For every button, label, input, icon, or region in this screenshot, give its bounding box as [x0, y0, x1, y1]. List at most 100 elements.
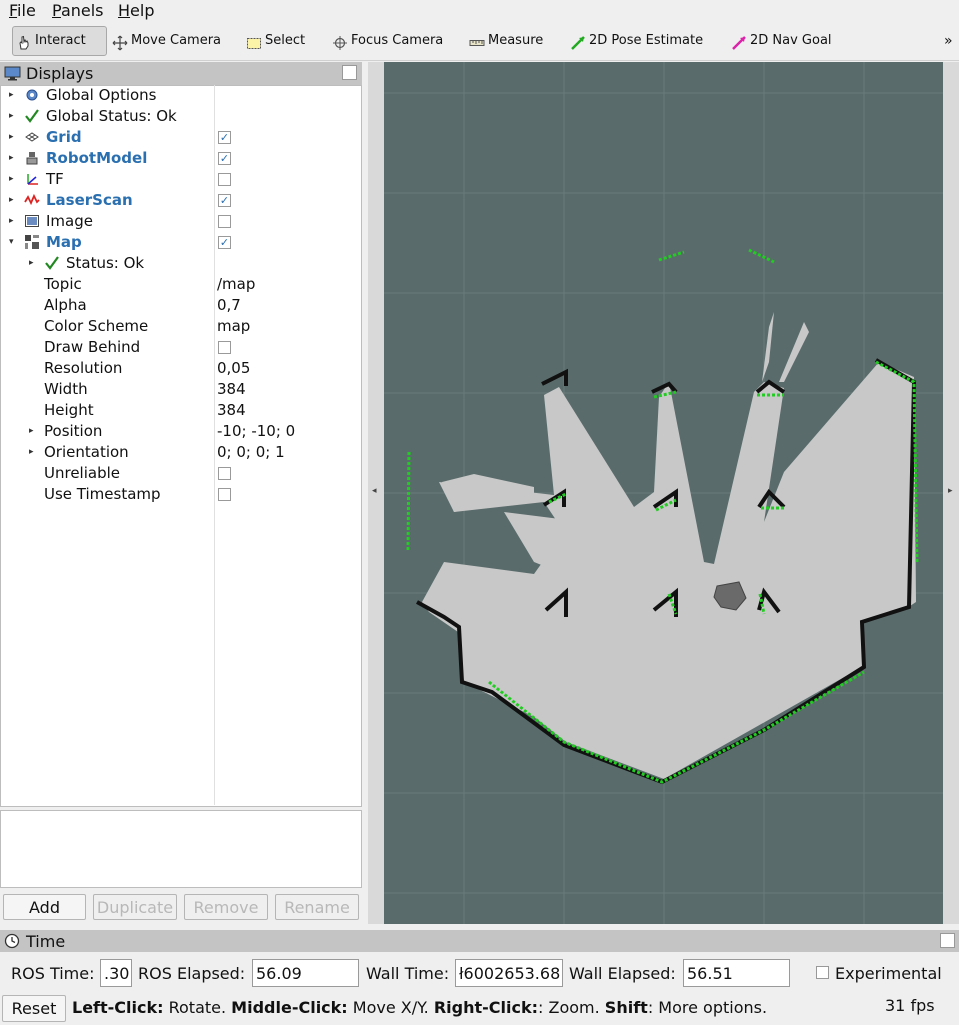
- display-row-value[interactable]: -10; -10; 0: [217, 421, 295, 442]
- time-panel-float-button[interactable]: [940, 933, 955, 948]
- experimental-checkbox[interactable]: [816, 966, 829, 979]
- display-description-box: [0, 810, 362, 888]
- check-icon: [44, 255, 60, 271]
- display-row-value[interactable]: 0; 0; 0; 1: [217, 442, 285, 463]
- ros-elapsed-field[interactable]: 56.09: [252, 959, 359, 987]
- display-row-value[interactable]: 384: [217, 379, 246, 400]
- display-row-global-status-ok[interactable]: ▸ Global Status: Ok: [1, 106, 361, 127]
- 3d-render-viewport[interactable]: [384, 62, 943, 924]
- display-row-width[interactable]: Width 384: [1, 379, 361, 400]
- collapsed-arrow-icon[interactable]: ▸: [9, 148, 14, 169]
- display-enable-checkbox[interactable]: [218, 488, 231, 501]
- reset-button[interactable]: Reset: [2, 995, 66, 1022]
- display-enable-checkbox[interactable]: [218, 215, 231, 228]
- display-row-laserscan[interactable]: ▸ LaserScan ✓: [1, 190, 361, 211]
- display-row-draw-behind[interactable]: Draw Behind: [1, 337, 361, 358]
- collapsed-arrow-icon[interactable]: ▸: [9, 190, 14, 211]
- display-enable-checkbox[interactable]: ✓: [218, 152, 231, 165]
- display-row-image[interactable]: ▸ Image: [1, 211, 361, 232]
- display-enable-checkbox[interactable]: ✓: [218, 236, 231, 249]
- display-row-value[interactable]: 0,05: [217, 358, 250, 379]
- display-row-label: Topic: [44, 275, 82, 293]
- menu-bar: File Panels Help: [0, 0, 959, 22]
- display-row-color-scheme[interactable]: Color Scheme map: [1, 316, 361, 337]
- display-row-label: Image: [46, 212, 93, 230]
- check-icon: [24, 108, 40, 124]
- display-row-resolution[interactable]: Resolution 0,05: [1, 358, 361, 379]
- ros-time-label: ROS Time:: [11, 964, 95, 983]
- display-row-value[interactable]: 0,7: [217, 295, 241, 316]
- menu-file[interactable]: File: [9, 0, 36, 22]
- display-row-orientation[interactable]: ▸ Orientation 0; 0; 0; 1: [1, 442, 361, 463]
- status-hint: Left-Click: Rotate. Middle-Click: Move X…: [72, 997, 767, 1019]
- toolbar-overflow-button[interactable]: »: [944, 26, 953, 56]
- display-row-value[interactable]: /map: [217, 274, 255, 295]
- display-row-value[interactable]: map: [217, 316, 250, 337]
- collapsed-arrow-icon[interactable]: ▸: [9, 169, 14, 190]
- interact-tool-button[interactable]: Interact: [12, 26, 107, 56]
- collapsed-arrow-icon[interactable]: ▸: [9, 106, 14, 127]
- display-row-use-timestamp[interactable]: Use Timestamp: [1, 484, 361, 505]
- display-enable-checkbox[interactable]: ✓: [218, 131, 231, 144]
- collapsed-arrow-icon[interactable]: ▸: [29, 421, 34, 442]
- display-enable-checkbox[interactable]: ✓: [218, 194, 231, 207]
- hint-shift: : More options.: [647, 998, 768, 1017]
- display-enable-checkbox[interactable]: [218, 467, 231, 480]
- display-row-global-options[interactable]: ▸ Global Options: [1, 85, 361, 106]
- display-row-alpha[interactable]: Alpha 0,7: [1, 295, 361, 316]
- clock-icon: [4, 933, 20, 953]
- display-row-height[interactable]: Height 384: [1, 400, 361, 421]
- menu-panels[interactable]: Panels: [52, 0, 104, 22]
- remove-display-button[interactable]: Remove: [184, 894, 268, 920]
- time-panel-title: Time: [26, 932, 66, 951]
- collapsed-arrow-icon[interactable]: ▸: [9, 127, 14, 148]
- select-tool-button[interactable]: Select: [246, 26, 305, 56]
- collapse-left-icon[interactable]: ◂: [372, 486, 377, 496]
- display-row-label: Grid: [46, 128, 82, 146]
- display-row-label: Orientation: [44, 443, 129, 461]
- display-row-position[interactable]: ▸ Position -10; -10; 0: [1, 421, 361, 442]
- focus-camera-tool-button[interactable]: Focus Camera: [332, 26, 443, 56]
- display-row-label: RobotModel: [46, 149, 148, 167]
- wall-time-field[interactable]: ł6002653.68: [455, 959, 563, 987]
- collapsed-arrow-icon[interactable]: ▸: [29, 253, 34, 274]
- move-arrows-icon: [112, 33, 128, 51]
- measure-tool-button[interactable]: Measure: [469, 26, 543, 56]
- collapse-right-icon[interactable]: ▸: [948, 486, 953, 496]
- menu-help[interactable]: Help: [118, 0, 154, 22]
- collapsed-arrow-icon[interactable]: ▸: [9, 211, 14, 232]
- laser-wave-icon: [24, 192, 40, 208]
- nav-goal-tool-button[interactable]: 2D Nav Goal: [731, 26, 832, 56]
- move-camera-tool-button[interactable]: Move Camera: [112, 26, 221, 56]
- duplicate-display-button[interactable]: Duplicate: [93, 894, 177, 920]
- wall-time-label: Wall Time:: [366, 964, 450, 983]
- collapsed-arrow-icon[interactable]: ▸: [9, 85, 14, 106]
- display-row-status-ok[interactable]: ▸ Status: Ok: [1, 253, 361, 274]
- wall-elapsed-field[interactable]: 56.51: [683, 959, 790, 987]
- wall-elapsed-label: Wall Elapsed:: [569, 964, 676, 983]
- pose-estimate-tool-button[interactable]: 2D Pose Estimate: [570, 26, 703, 56]
- display-row-grid[interactable]: ▸ Grid ✓: [1, 127, 361, 148]
- toolbar: Interact Move Camera Select Focus Camera…: [0, 22, 959, 61]
- ruler-icon: [469, 33, 485, 49]
- hand-pointer-icon: [16, 33, 32, 50]
- display-row-robotmodel[interactable]: ▸ RobotModel ✓: [1, 148, 361, 169]
- display-enable-checkbox[interactable]: [218, 173, 231, 186]
- expanded-arrow-icon[interactable]: ▾: [9, 232, 14, 253]
- display-row-label: Global Status: Ok: [46, 107, 177, 125]
- display-row-value[interactable]: 384: [217, 400, 246, 421]
- display-enable-checkbox[interactable]: [218, 341, 231, 354]
- display-row-unreliable[interactable]: Unreliable: [1, 463, 361, 484]
- display-row-label: Height: [44, 401, 94, 419]
- display-row-topic[interactable]: Topic/map: [1, 274, 361, 295]
- hint-left-click-key: Left-Click:: [72, 998, 164, 1017]
- display-row-tf[interactable]: ▸ TF: [1, 169, 361, 190]
- display-row-label: Color Scheme: [44, 317, 149, 335]
- rename-display-button[interactable]: Rename: [275, 894, 359, 920]
- collapsed-arrow-icon[interactable]: ▸: [29, 442, 34, 463]
- display-row-map[interactable]: ▾ Map ✓: [1, 232, 361, 253]
- displays-panel-float-button[interactable]: [342, 65, 357, 80]
- green-arrow-icon: [570, 33, 586, 50]
- add-display-button[interactable]: Add: [3, 894, 86, 920]
- ros-time-field[interactable]: .30: [100, 959, 132, 987]
